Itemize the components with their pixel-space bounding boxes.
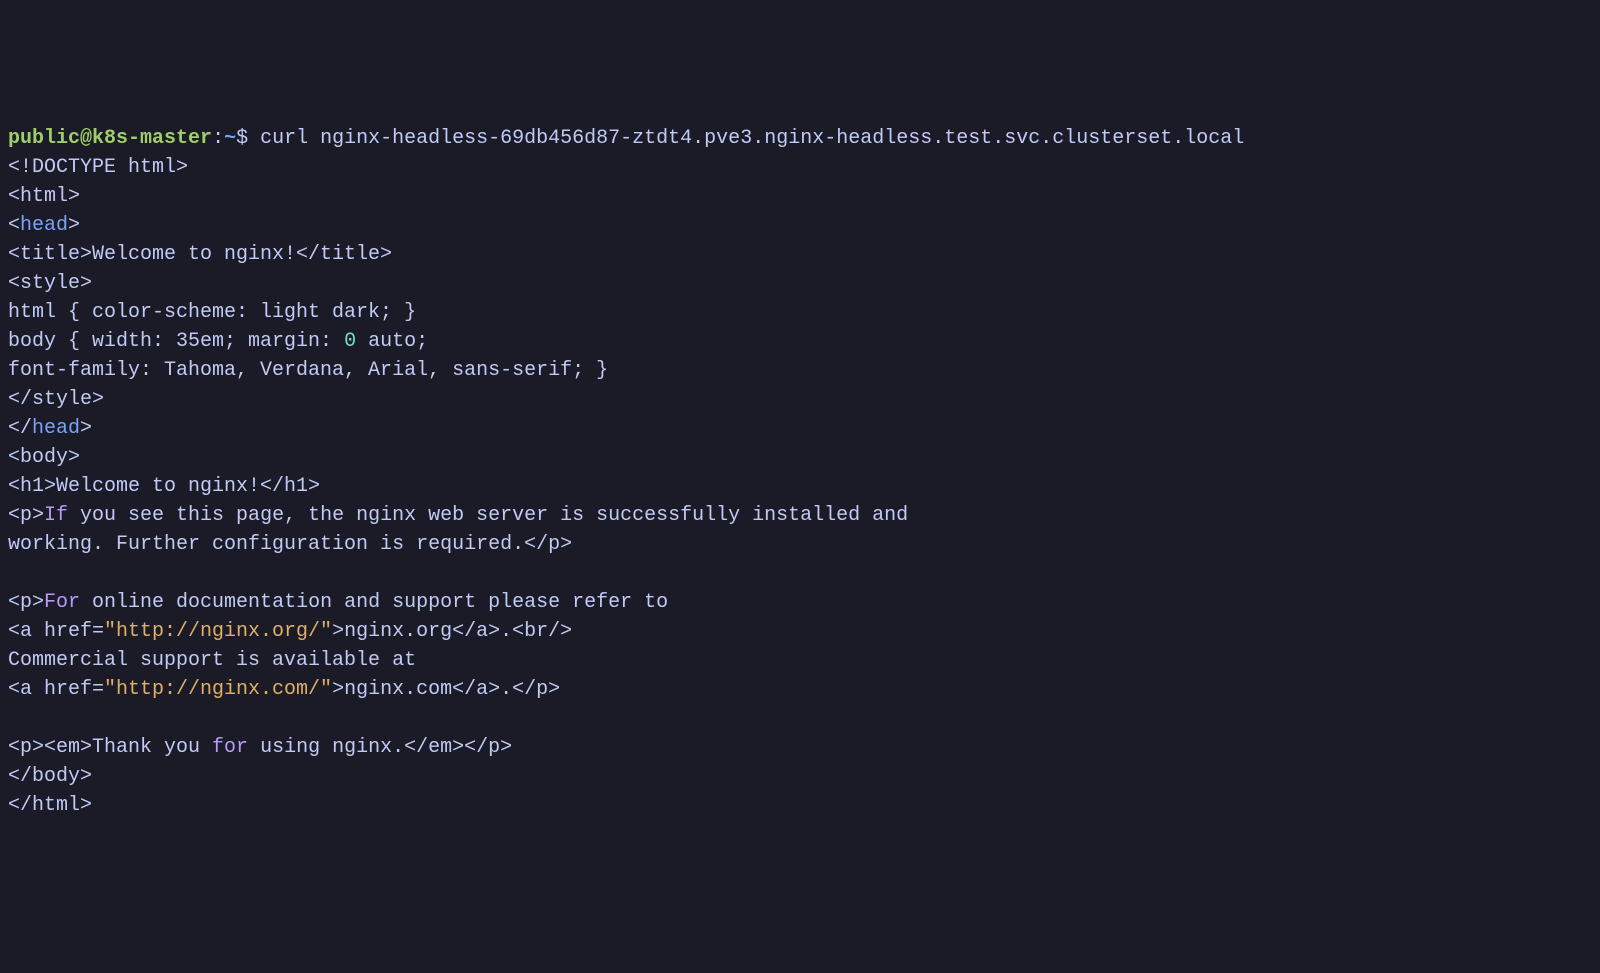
prompt-host: k8s-master <box>92 127 212 150</box>
output-text: online documentation and support please … <box>80 591 668 614</box>
output-line: </html> <box>8 791 1592 820</box>
command-text: curl nginx-headless-69db456d87-ztdt4.pve… <box>260 127 1244 150</box>
prompt-dollar: $ <box>236 127 260 150</box>
output-line: <head> <box>8 211 1592 240</box>
prompt-colon: : <box>212 127 224 150</box>
prompt-user: public <box>8 127 80 150</box>
prompt-path: ~ <box>224 127 236 150</box>
url-string: "http://nginx.com/" <box>104 678 332 701</box>
output-text: >nginx.com</a>.</p> <box>332 678 560 701</box>
output-line-blank <box>8 704 1592 733</box>
keyword-if: If <box>44 504 68 527</box>
output-line: </head> <box>8 414 1592 443</box>
output-text: > <box>80 417 92 440</box>
output-text: body { width: 35em; margin: <box>8 330 344 353</box>
output-line: <a href="http://nginx.org/">nginx.org</a… <box>8 617 1592 646</box>
output-text: <p> <box>8 591 44 614</box>
output-text: using nginx.</em></p> <box>248 736 512 759</box>
keyword-for: For <box>44 591 80 614</box>
terminal-output[interactable]: public@k8s-master:~$ curl nginx-headless… <box>8 124 1592 820</box>
output-line: <body> <box>8 443 1592 472</box>
output-line: html { color-scheme: light dark; } <box>8 298 1592 327</box>
prompt-line: public@k8s-master:~$ curl nginx-headless… <box>8 124 1592 153</box>
output-line: working. Further configuration is requir… <box>8 530 1592 559</box>
number-zero: 0 <box>344 330 356 353</box>
prompt-at: @ <box>80 127 92 150</box>
output-text: <p><em>Thank you <box>8 736 212 759</box>
output-line: <a href="http://nginx.com/">nginx.com</a… <box>8 675 1592 704</box>
output-line: </body> <box>8 762 1592 791</box>
output-text: <p> <box>8 504 44 527</box>
output-line: <html> <box>8 182 1592 211</box>
output-text: > <box>68 214 80 237</box>
output-line: <p>For online documentation and support … <box>8 588 1592 617</box>
output-line: <style> <box>8 269 1592 298</box>
output-text: auto; <box>356 330 428 353</box>
output-line: <h1>Welcome to nginx!</h1> <box>8 472 1592 501</box>
html-tag-head: head <box>20 214 68 237</box>
output-line: <!DOCTYPE html> <box>8 153 1592 182</box>
html-tag-head: head <box>32 417 80 440</box>
output-line: <p>If you see this page, the nginx web s… <box>8 501 1592 530</box>
output-text: <a href= <box>8 620 104 643</box>
output-line: body { width: 35em; margin: 0 auto; <box>8 327 1592 356</box>
output-line: </style> <box>8 385 1592 414</box>
output-line: font-family: Tahoma, Verdana, Arial, san… <box>8 356 1592 385</box>
output-line: <p><em>Thank you for using nginx.</em></… <box>8 733 1592 762</box>
keyword-for: for <box>212 736 248 759</box>
output-line: <title>Welcome to nginx!</title> <box>8 240 1592 269</box>
output-line-blank <box>8 559 1592 588</box>
output-text: < <box>8 214 20 237</box>
output-line: Commercial support is available at <box>8 646 1592 675</box>
output-text: </ <box>8 417 32 440</box>
output-text: you see this page, the nginx web server … <box>68 504 908 527</box>
output-text: >nginx.org</a>.<br/> <box>332 620 572 643</box>
url-string: "http://nginx.org/" <box>104 620 332 643</box>
output-text: <a href= <box>8 678 104 701</box>
